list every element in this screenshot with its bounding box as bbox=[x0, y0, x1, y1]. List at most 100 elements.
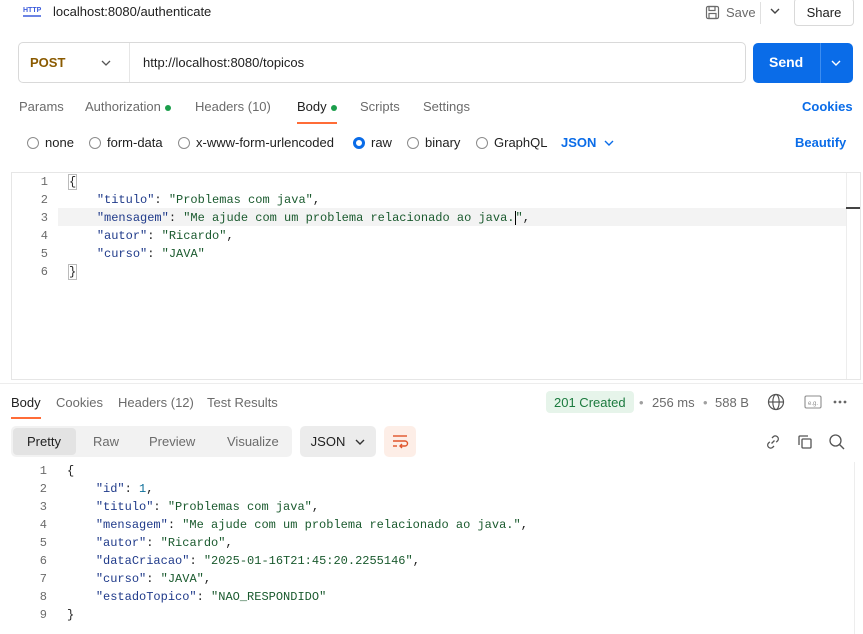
response-code-line: "estadoTopico": "NAO_RESPONDIDO" bbox=[95, 590, 327, 604]
response-code-line: "curso": "JAVA", bbox=[95, 572, 212, 586]
line-number: 3 bbox=[40, 211, 48, 225]
response-code-line: "autor": "Ricardo", bbox=[95, 536, 233, 550]
line-number: 2 bbox=[39, 482, 47, 496]
chevron-down-icon[interactable] bbox=[100, 57, 112, 69]
radio-icon bbox=[27, 136, 39, 149]
request-title: localhost:8080/authenticate bbox=[53, 4, 212, 19]
save-button[interactable]: Save bbox=[705, 0, 756, 24]
radio-form-data[interactable]: form-data bbox=[89, 135, 163, 150]
radio-urlencoded[interactable]: x-www-form-urlencoded bbox=[178, 135, 334, 150]
view-pretty[interactable]: Pretty bbox=[27, 434, 61, 449]
response-code-line: "id": 1, bbox=[95, 482, 154, 496]
globe-icon[interactable] bbox=[767, 393, 785, 411]
view-preview[interactable]: Preview bbox=[149, 434, 195, 449]
more-icon[interactable] bbox=[832, 399, 848, 405]
indicator-dot bbox=[330, 104, 337, 111]
line-number: 4 bbox=[40, 229, 48, 243]
response-tab-body[interactable]: Body bbox=[11, 395, 41, 410]
tab-label: Body bbox=[297, 99, 327, 114]
wrap-lines-icon bbox=[393, 435, 409, 449]
active-tab-indicator bbox=[11, 417, 41, 419]
code-line: { bbox=[68, 174, 78, 190]
cookies-link[interactable]: Cookies bbox=[802, 99, 853, 114]
radio-label: none bbox=[45, 135, 74, 150]
beautify-button[interactable]: Beautify bbox=[795, 135, 846, 150]
line-number: 4 bbox=[39, 518, 47, 532]
tab-params[interactable]: Params bbox=[19, 99, 64, 114]
active-tab-indicator bbox=[297, 122, 337, 124]
svg-text:HTTP: HTTP bbox=[23, 7, 42, 14]
send-label[interactable]: Send bbox=[769, 54, 803, 70]
line-number: 2 bbox=[40, 193, 48, 207]
code-line: } bbox=[68, 264, 78, 280]
tab-authorization[interactable]: Authorization bbox=[85, 99, 171, 114]
language-label: JSON bbox=[561, 135, 597, 150]
url-bar bbox=[18, 42, 746, 83]
line-number: 9 bbox=[39, 608, 47, 622]
response-time[interactable]: 256 ms bbox=[652, 395, 695, 410]
tab-headers[interactable]: Headers (10) bbox=[195, 99, 271, 114]
divider bbox=[129, 43, 130, 82]
view-raw[interactable]: Raw bbox=[93, 434, 119, 449]
tab-body[interactable]: Body bbox=[297, 99, 337, 114]
response-size[interactable]: 588 B bbox=[715, 395, 749, 410]
chevron-down-icon bbox=[604, 140, 614, 146]
tab-scripts[interactable]: Scripts bbox=[360, 99, 400, 114]
separator-dot: • bbox=[703, 395, 708, 410]
response-tab-test-results[interactable]: Test Results bbox=[207, 395, 278, 410]
radio-raw[interactable]: raw bbox=[353, 135, 392, 150]
line-number: 5 bbox=[39, 536, 47, 550]
chevron-down-icon[interactable] bbox=[830, 57, 842, 69]
radio-icon bbox=[407, 136, 419, 149]
radio-icon bbox=[178, 136, 190, 149]
line-number: 3 bbox=[39, 500, 47, 514]
link-icon[interactable] bbox=[764, 433, 782, 451]
save-label: Save bbox=[726, 4, 756, 20]
divider bbox=[820, 43, 821, 83]
view-visualize[interactable]: Visualize bbox=[227, 434, 279, 449]
save-example-icon[interactable]: e.g. bbox=[804, 394, 822, 410]
code-line: "mensagem": "Me ajude com um problema re… bbox=[96, 211, 530, 226]
http-icon: HTTP bbox=[23, 7, 42, 17]
response-code-line: } bbox=[67, 608, 75, 622]
copy-icon[interactable] bbox=[796, 433, 814, 451]
response-format-select[interactable]: JSON bbox=[300, 426, 376, 457]
status-badge[interactable]: 201 Created bbox=[546, 391, 634, 413]
language-select[interactable]: JSON bbox=[561, 135, 614, 150]
line-number: 5 bbox=[40, 247, 48, 261]
scrollbar[interactable] bbox=[846, 173, 860, 379]
radio-icon bbox=[89, 136, 101, 149]
code-line: "titulo": "Problemas com java", bbox=[96, 193, 321, 207]
radio-label: x-www-form-urlencoded bbox=[196, 135, 334, 150]
line-number: 8 bbox=[39, 590, 47, 604]
share-button[interactable]: Share bbox=[794, 0, 854, 26]
divider bbox=[0, 383, 863, 384]
chevron-down-icon bbox=[355, 439, 365, 445]
radio-binary[interactable]: binary bbox=[407, 135, 460, 150]
divider bbox=[760, 2, 761, 24]
radio-checked-icon bbox=[353, 136, 365, 149]
code-line: "autor": "Ricardo", bbox=[96, 229, 234, 243]
wrap-lines-button[interactable] bbox=[384, 426, 416, 457]
tab-settings[interactable]: Settings bbox=[423, 99, 470, 114]
search-icon[interactable] bbox=[828, 433, 846, 451]
response-code-line: "dataCriacao": "2025-01-16T21:45:20.2255… bbox=[95, 554, 420, 568]
radio-label: GraphQL bbox=[494, 135, 548, 150]
response-tab-cookies[interactable]: Cookies bbox=[56, 395, 103, 410]
scrollbar[interactable] bbox=[854, 462, 863, 634]
save-icon bbox=[705, 5, 720, 19]
radio-label: binary bbox=[425, 135, 461, 150]
response-tab-headers[interactable]: Headers (12) bbox=[118, 395, 194, 410]
radio-none[interactable]: none bbox=[27, 135, 74, 150]
scroll-indicator bbox=[846, 207, 860, 209]
url-input[interactable]: http://localhost:8080/topicos bbox=[143, 55, 304, 70]
indicator-dot bbox=[164, 104, 171, 111]
line-number: 7 bbox=[39, 572, 47, 586]
radio-graphql[interactable]: GraphQL bbox=[476, 135, 547, 150]
chevron-down-icon[interactable] bbox=[768, 4, 782, 18]
method-select[interactable]: POST bbox=[30, 55, 65, 70]
line-number: 1 bbox=[40, 175, 48, 189]
radio-label: raw bbox=[371, 135, 392, 150]
svg-text:e.g.: e.g. bbox=[808, 401, 818, 407]
tab-label: Authorization bbox=[85, 99, 161, 114]
